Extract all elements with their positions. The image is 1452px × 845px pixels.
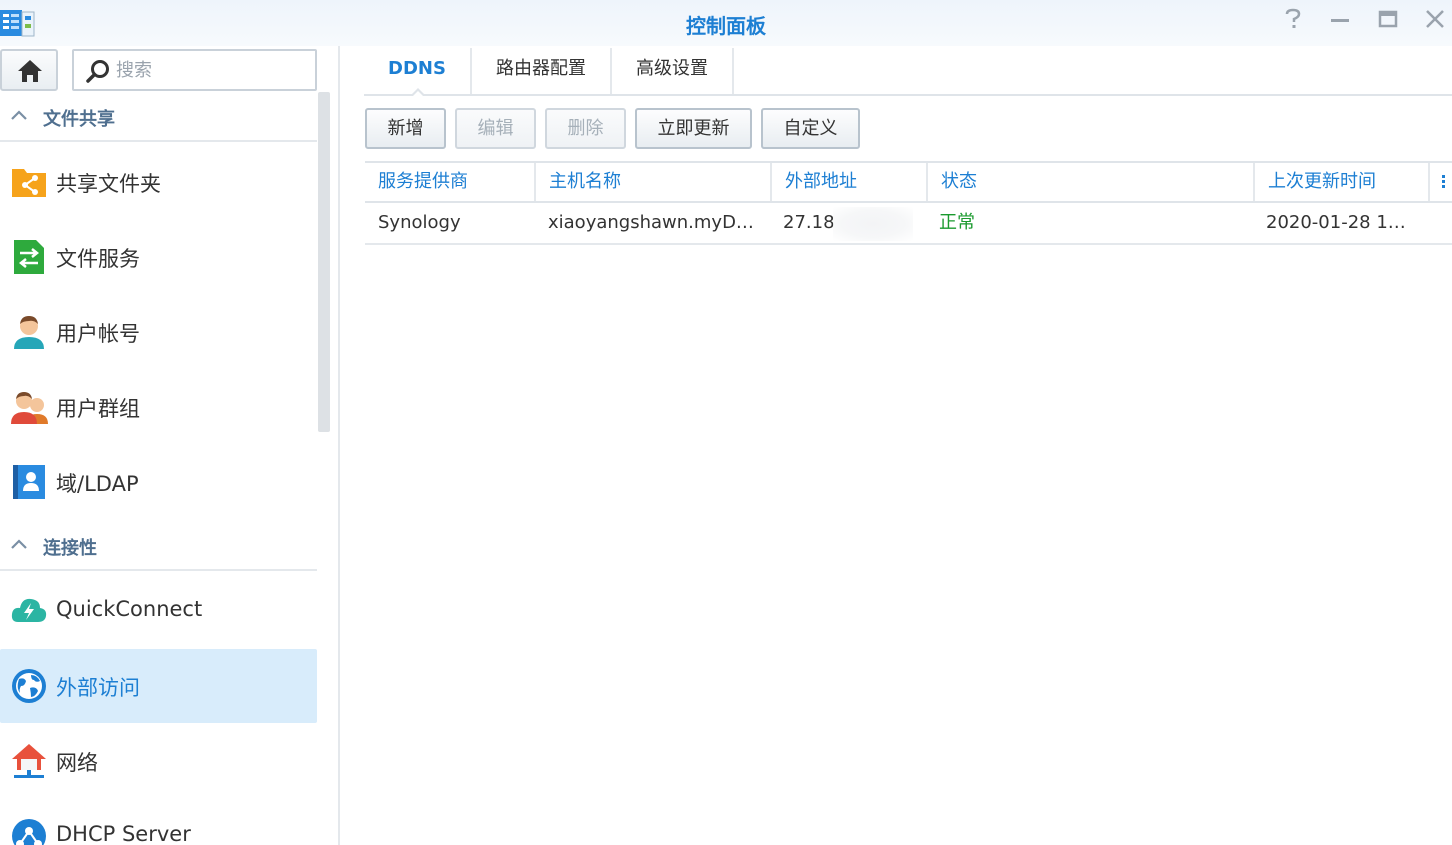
home-button[interactable] <box>0 49 58 91</box>
customize-button[interactable]: 自定义 <box>761 108 860 149</box>
tab-router-config[interactable]: 路由器配置 <box>472 48 612 94</box>
column-header-last-update[interactable]: 上次更新时间 <box>1255 163 1430 201</box>
sidebar-item-user-group[interactable]: 用户群组 <box>0 370 317 444</box>
close-icon[interactable] <box>1420 8 1450 38</box>
column-menu-icon[interactable] <box>1442 175 1446 190</box>
domain-ldap-icon <box>13 465 45 499</box>
redaction-blur <box>833 207 913 241</box>
search-input[interactable] <box>116 58 306 82</box>
tab-bar: DDNS 路由器配置 高级设置 <box>364 48 1452 97</box>
column-header-provider[interactable]: 服务提供商 <box>365 163 536 201</box>
cell-status: 正常 <box>939 212 975 233</box>
tab-advanced-settings[interactable]: 高级设置 <box>612 48 734 94</box>
section-label: 连接性 <box>43 538 97 559</box>
sidebar-item-label: 外部访问 <box>56 676 140 700</box>
home-icon <box>18 60 42 82</box>
user-group-icon <box>11 392 48 424</box>
window-title-bar: 控制面板 <box>0 0 1452 46</box>
sidebar-item-quickconnect[interactable]: QuickConnect <box>0 574 317 648</box>
add-button[interactable]: 新增 <box>365 108 446 149</box>
main-panel: DDNS 路由器配置 高级设置 新增 编辑 删除 立即更新 自定义 服务提供商 … <box>342 46 1452 845</box>
column-header-hostname[interactable]: 主机名称 <box>536 163 772 201</box>
table-row[interactable]: Synology xiaoyangshawn.myD… 27.18 正常 202… <box>365 203 1452 245</box>
update-now-button[interactable]: 立即更新 <box>635 108 752 149</box>
sidebar-item-label: QuickConnect <box>56 597 203 621</box>
file-services-icon <box>14 240 44 274</box>
edit-button[interactable]: 编辑 <box>455 108 536 149</box>
sidebar-item-label: 文件服务 <box>56 247 140 271</box>
delete-button[interactable]: 删除 <box>545 108 626 149</box>
cell-hostname: xiaoyangshawn.myD… <box>548 212 754 233</box>
section-header-file-sharing[interactable]: 文件共享 <box>0 94 317 142</box>
sidebar-item-network[interactable]: 网络 <box>0 724 317 798</box>
tab-label: DDNS <box>388 58 446 79</box>
column-header-status[interactable]: 状态 <box>928 163 1255 201</box>
tab-ddns[interactable]: DDNS <box>364 48 472 97</box>
sidebar: 文件共享 共享文件夹 文件服务 用户帐号 <box>0 46 340 845</box>
window-title: 控制面板 <box>686 14 766 38</box>
share-folder-icon <box>12 169 46 197</box>
minimize-icon[interactable] <box>1325 8 1355 38</box>
sidebar-item-domain-ldap[interactable]: 域/LDAP <box>0 445 317 519</box>
sidebar-item-external-access[interactable]: 外部访问 <box>0 649 317 723</box>
sidebar-item-user-account[interactable]: 用户帐号 <box>0 295 317 369</box>
table-header: 服务提供商 主机名称 外部地址 状态 上次更新时间 <box>365 161 1452 203</box>
quickconnect-icon <box>11 598 47 622</box>
active-tab-pointer <box>410 88 426 97</box>
sidebar-item-file-services[interactable]: 文件服务 <box>0 220 317 294</box>
sidebar-item-label: 共享文件夹 <box>56 172 161 196</box>
sidebar-item-dhcp-server[interactable]: DHCP Server <box>0 799 317 845</box>
cell-provider: Synology <box>378 212 461 233</box>
help-icon[interactable] <box>1278 8 1308 38</box>
sidebar-item-label: 用户群组 <box>56 397 140 421</box>
network-icon <box>12 744 46 778</box>
sidebar-item-label: DHCP Server <box>56 822 191 845</box>
maximize-icon[interactable] <box>1373 8 1403 38</box>
sidebar-item-shared-folder[interactable]: 共享文件夹 <box>0 145 317 219</box>
column-header-external-address[interactable]: 外部地址 <box>772 163 928 201</box>
section-header-connectivity[interactable]: 连接性 <box>0 523 317 571</box>
chevron-up-icon <box>11 110 27 120</box>
sidebar-item-label: 网络 <box>56 751 98 775</box>
cell-last-update: 2020-01-28 1… <box>1266 212 1406 233</box>
tab-label: 路由器配置 <box>496 58 586 79</box>
search-field[interactable] <box>72 49 317 91</box>
chevron-up-icon <box>11 539 27 549</box>
sidebar-item-label: 用户帐号 <box>56 322 140 346</box>
dhcp-server-icon <box>12 819 46 845</box>
external-access-icon <box>12 669 46 703</box>
user-icon <box>14 316 44 349</box>
sidebar-scrollbar[interactable] <box>318 92 330 432</box>
section-label: 文件共享 <box>43 109 115 130</box>
sidebar-item-label: 域/LDAP <box>56 472 139 496</box>
tab-label: 高级设置 <box>636 58 708 79</box>
search-icon <box>86 60 109 83</box>
